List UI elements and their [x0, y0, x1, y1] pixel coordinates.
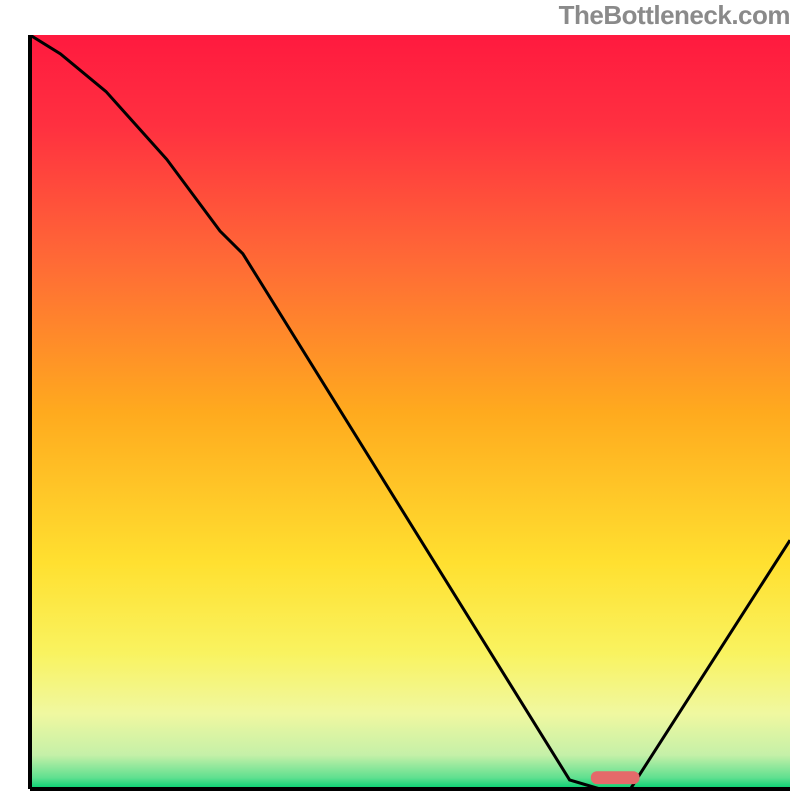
- optimal-region-marker: [591, 771, 640, 784]
- gradient-background: [30, 35, 790, 789]
- chart-container: { "watermark": "TheBottleneck.com", "cha…: [0, 0, 800, 800]
- watermark: TheBottleneck.com: [559, 0, 790, 31]
- bottleneck-chart: [0, 0, 800, 800]
